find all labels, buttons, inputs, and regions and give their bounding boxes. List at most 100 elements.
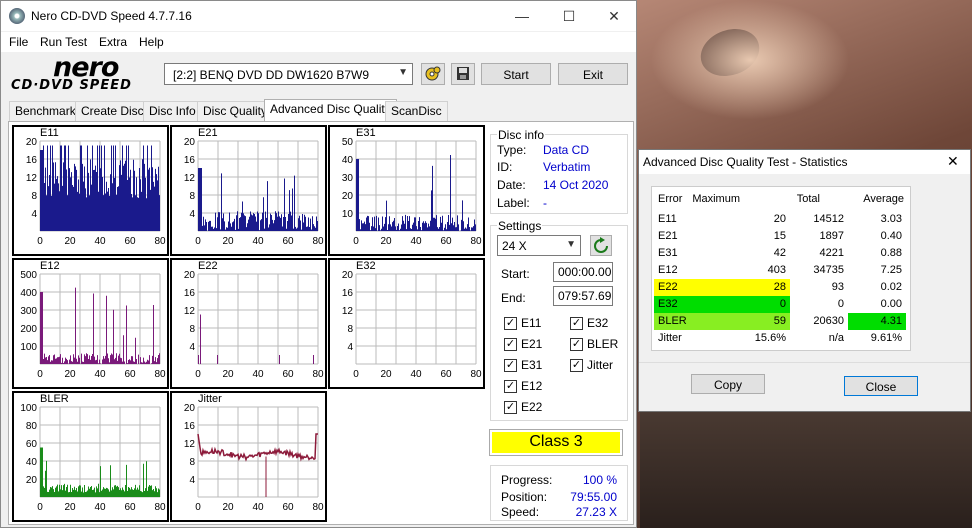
- col-header-maximum: Maximum: [692, 193, 740, 205]
- tab-benchmark[interactable]: Benchmark: [9, 101, 82, 121]
- statistics-close-icon[interactable]: ✕: [947, 153, 959, 170]
- x-tick-label: 0: [195, 369, 201, 380]
- maximize-button[interactable]: ☐: [546, 1, 592, 31]
- progress-label: Progress:: [501, 473, 553, 487]
- x-tick-label: 40: [94, 369, 106, 380]
- checkbox-e11-label: E11: [521, 316, 542, 330]
- menu-extra[interactable]: Extra: [99, 35, 127, 49]
- statistics-footer: [639, 362, 970, 412]
- statistics-title: Advanced Disc Quality Test - Statistics: [643, 155, 848, 169]
- y-tick-label: 8: [189, 324, 195, 335]
- x-tick-label: 80: [312, 236, 324, 247]
- close-stats-button[interactable]: Close: [844, 376, 918, 396]
- x-tick-label: 40: [410, 369, 422, 380]
- y-tick-label: 300: [20, 306, 37, 317]
- y-tick-label: 16: [184, 288, 196, 299]
- speed-select[interactable]: 24 X ▼: [497, 235, 581, 256]
- col-header-error: Error: [658, 193, 683, 205]
- drive-select[interactable]: [2:2] BENQ DVD DD DW1620 B7W9 ▼: [164, 63, 413, 85]
- x-tick-label: 40: [94, 502, 106, 513]
- checkbox-bler-label: BLER: [587, 337, 619, 351]
- x-tick-label: 60: [282, 502, 294, 513]
- chevron-down-icon: ▼: [398, 67, 408, 78]
- checkbox-bler[interactable]: ✓: [570, 338, 583, 351]
- tab-scandisc[interactable]: ScanDisc: [385, 101, 448, 121]
- start-button[interactable]: Start: [481, 63, 551, 85]
- menu-help[interactable]: Help: [139, 35, 164, 49]
- x-tick-label: 20: [222, 369, 234, 380]
- statistics-title-bar: Advanced Disc Quality Test - Statistics …: [639, 150, 970, 174]
- y-tick-label: 4: [347, 342, 353, 353]
- stat-average-cell: 9.61%: [870, 332, 902, 344]
- y-tick-label: 40: [26, 457, 38, 468]
- app-disc-icon: [9, 8, 25, 24]
- x-tick-label: 40: [410, 236, 422, 247]
- start-label: Start:: [501, 267, 530, 281]
- nero-logo: nero CD·DVD SPEED: [11, 52, 161, 94]
- y-tick-label: 60: [26, 439, 38, 450]
- exit-button[interactable]: Exit: [558, 63, 628, 85]
- checkbox-e11[interactable]: ✓: [504, 317, 517, 330]
- end-time-input[interactable]: 079:57.69: [553, 286, 613, 306]
- tab-create-disc[interactable]: Create Disc: [75, 101, 150, 121]
- stat-maximum-cell: 403: [767, 264, 786, 276]
- y-tick-label: 8: [189, 457, 195, 468]
- checkbox-e31[interactable]: ✓: [504, 359, 517, 372]
- refresh-icon: [594, 237, 608, 253]
- menu-run-test[interactable]: Run Test: [40, 35, 87, 49]
- y-tick-label: 12: [342, 306, 354, 317]
- y-tick-label: 4: [189, 209, 195, 220]
- close-button[interactable]: ✕: [591, 1, 637, 31]
- checkbox-e22-label: E22: [521, 400, 543, 414]
- tab-disc-info[interactable]: Disc Info: [143, 101, 202, 121]
- stat-average-cell: 0.00: [880, 298, 902, 310]
- stat-total-cell: 4221: [819, 247, 844, 259]
- drive-info-button[interactable]: [421, 63, 445, 85]
- x-tick-label: 0: [353, 369, 359, 380]
- menu-file[interactable]: File: [9, 35, 28, 49]
- disc-info-title: Disc info: [497, 128, 546, 142]
- tab-disc-quality[interactable]: Disc Quality: [197, 101, 274, 121]
- stat-average-cell: 0.02: [880, 281, 902, 293]
- x-tick-label: 40: [252, 369, 264, 380]
- stat-average-cell: 7.25: [880, 264, 902, 276]
- y-tick-label: 20: [26, 137, 38, 148]
- y-tick-label: 8: [31, 191, 37, 202]
- drive-select-value: [2:2] BENQ DVD DD DW1620 B7W9: [173, 68, 370, 82]
- col-header-total: Total: [796, 193, 820, 205]
- main-window: Nero CD-DVD Speed 4.7.7.16 — ☐ ✕ File Ru…: [0, 0, 637, 528]
- checkbox-jitter[interactable]: ✓: [570, 359, 583, 372]
- position-label: Position:: [501, 490, 548, 504]
- checkbox-e32[interactable]: ✓: [570, 317, 583, 330]
- y-tick-label: 16: [342, 288, 354, 299]
- y-tick-label: 8: [189, 191, 195, 202]
- y-tick-label: 20: [184, 403, 196, 414]
- graph-plot: 201612840 20 40 60 80: [26, 137, 166, 247]
- checkbox-e12[interactable]: ✓: [504, 380, 517, 393]
- y-tick-label: 4: [189, 475, 195, 486]
- title-bar: Nero CD-DVD Speed 4.7.7.16 — ☐ ✕: [1, 1, 636, 31]
- start-time-input[interactable]: 000:00.00: [553, 262, 613, 282]
- stat-total-cell: n/a: [828, 332, 844, 344]
- stat-total-cell: 20630: [813, 315, 844, 327]
- tab-advanced-disc-quality[interactable]: Advanced Disc Quality: [264, 99, 397, 122]
- minimize-button[interactable]: —: [499, 1, 545, 31]
- statistics-window: Advanced Disc Quality Test - Statistics …: [638, 149, 971, 412]
- checkbox-e21[interactable]: ✓: [504, 338, 517, 351]
- save-button[interactable]: [451, 63, 475, 85]
- graph-e21: 20 16 12 8 4 0 20 40 60 80 E21: [170, 125, 327, 256]
- graph-title: E12: [40, 260, 60, 272]
- date-label: Date:: [497, 178, 526, 192]
- label-value: -: [543, 196, 547, 210]
- graph-title: E21: [198, 127, 218, 139]
- copy-button[interactable]: Copy: [691, 374, 765, 394]
- x-tick-label: 60: [282, 369, 294, 380]
- disc-info-group: Disc info Type: Data CD ID: Verbatim Dat…: [490, 128, 628, 214]
- stat-total-cell: 14512: [813, 213, 844, 225]
- settings-group: Settings 24 X ▼ Start: 000:00.00 End: 07…: [490, 219, 628, 421]
- x-tick-label: 40: [252, 236, 264, 247]
- graph-e32: 20 16 12 8 4 0 20 40 60 80 E32: [328, 258, 485, 389]
- refresh-speed-button[interactable]: [590, 235, 612, 256]
- x-tick-label: 20: [64, 369, 76, 380]
- checkbox-e22[interactable]: ✓: [504, 401, 517, 414]
